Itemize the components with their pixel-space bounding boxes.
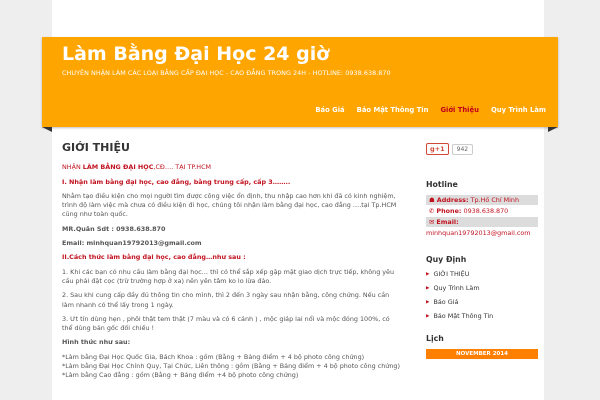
email-label: Email:	[436, 218, 459, 226]
nav-item-gioi-thieu[interactable]: Giới Thiệu	[434, 106, 485, 114]
header-ribbon-left	[42, 127, 52, 132]
email-value[interactable]: minhquan19792013@gmail.com	[426, 229, 538, 237]
rules-item-gioi-thieu[interactable]: GIỚI THIỆU	[426, 270, 538, 278]
phone-value: 0938.638.870	[463, 207, 509, 215]
hotline-address: ☗ Address: Tp.Hồ Chí Minh	[426, 195, 538, 205]
intro-pre: NHẬN	[62, 163, 83, 172]
rules-item-bao-mat[interactable]: Bảo Mật Thông Tin	[426, 312, 538, 320]
step-3: 3. Ưt tín dùng hẹn , phôi thật tem thật …	[62, 314, 390, 333]
post-title: GIỚI THIỆU	[62, 141, 130, 154]
intro-bold: LÀM BẰNG ĐẠI HỌC	[82, 163, 154, 172]
rules-title: Quy Định	[426, 255, 467, 264]
phone-icon: ✆	[429, 207, 435, 215]
step-2: 2. Sau khi cung cấp đầy đủ thông tin cho…	[62, 291, 390, 309]
gplus-count: 942	[451, 144, 474, 155]
rules-list: GIỚI THIỆU Quy Trình Làm Báo Giá Bảo Mật…	[426, 270, 538, 320]
gplus-widget: g+1 942	[426, 143, 538, 155]
form-item-1: *Làm bằng Đại Học Quốc Gia, Bách Khoa : …	[62, 352, 365, 361]
contact-email: Email: minhquan19792013@gmail.com	[62, 239, 202, 248]
site-title[interactable]: Làm Bằng Đại Học 24 giờ	[62, 43, 329, 65]
header-ribbon-right	[548, 127, 558, 132]
nav-item-bao-gia[interactable]: Báo Giá	[309, 106, 350, 114]
mail-icon: ✉	[429, 218, 435, 226]
post-content: GIỚI THIỆU NHẬN LÀM BẰNG ĐẠI HỌC,CĐ…. TẠ…	[62, 141, 402, 381]
form-title: Hình thức như sau:	[62, 338, 131, 347]
section-heading-1: I. Nhận làm bằng đại học, cao đẳng, bằng…	[62, 177, 291, 186]
address-label: Address:	[436, 196, 469, 204]
hotline-title: Hotline	[426, 180, 458, 189]
rules-item-bao-gia[interactable]: Báo Giá	[426, 298, 538, 306]
step-1: 1. Khi các bạn có nhu cầu làm bằng đại h…	[62, 267, 395, 285]
gplus-button[interactable]: g+1	[426, 143, 449, 155]
paragraph-intro: Nhằm tạo điều kiện cho mọi người tìm đượ…	[62, 191, 397, 219]
intro-post: ,CĐ…. TẠI TP.HCM	[153, 163, 212, 172]
phone-label: Phone:	[436, 207, 462, 215]
nav-item-bao-mat[interactable]: Bảo Mật Thông Tin	[351, 106, 435, 114]
contact-name: MR.Quân Sdt : 0938.638.870	[62, 224, 166, 233]
rules-item-quy-trinh[interactable]: Quy Trình Làm	[426, 284, 538, 292]
main-nav: Báo Giá Bảo Mật Thông Tin Giới Thiệu Quy…	[309, 106, 552, 114]
site-description: CHUYÊN NHẬN LÀM CÁC LOẠI BẰNG CẤP ĐẠI HỌ…	[62, 69, 391, 77]
hotline-email: ✉ Email:	[426, 217, 538, 227]
post-intro-line: NHẬN LÀM BẰNG ĐẠI HỌC,CĐ…. TẠI TP.HCM	[62, 163, 402, 172]
section-heading-2: II.Cách thức làm bằng đại học, cao đẳng……	[62, 253, 246, 262]
sidebar: g+1 942 Hotline ☗ Address: Tp.Hồ Chí Minh…	[426, 143, 538, 359]
nav-item-quy-trinh[interactable]: Quy Trình Làm	[485, 106, 552, 114]
home-icon: ☗	[429, 196, 435, 204]
form-item-2: *Làm bằng Đại Học Chính Quy, Tại Chức, L…	[62, 362, 400, 371]
hotline-phone: ✆ Phone: 0938.638.870	[426, 207, 538, 215]
form-item-3: *Làm bằng Cao đẳng : gồm (Bằng + Bảng đi…	[62, 371, 299, 380]
calendar-month-header: NOVEMBER 2014	[426, 349, 538, 359]
address-value: Tp.Hồ Chí Minh	[470, 196, 520, 204]
calendar-title: Lịch	[426, 334, 444, 343]
